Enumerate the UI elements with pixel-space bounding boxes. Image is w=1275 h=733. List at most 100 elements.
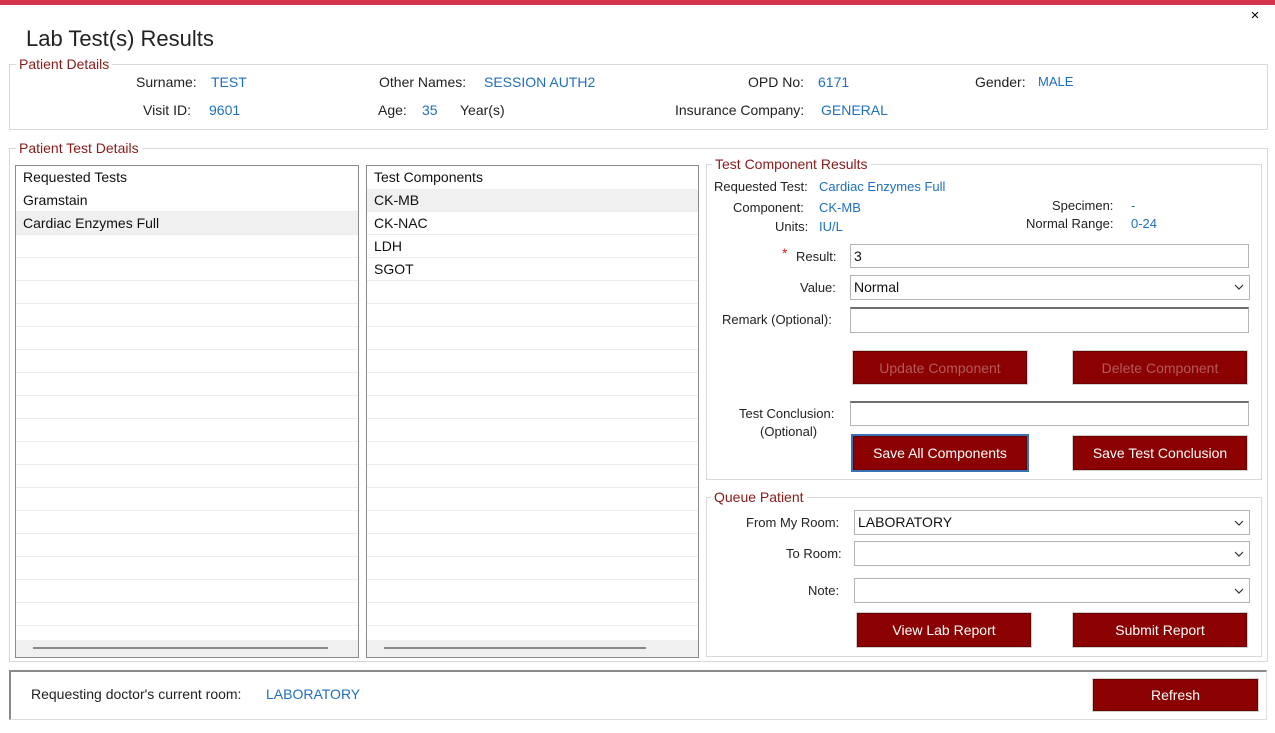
empty-row [367,327,698,350]
surname-value: TEST [211,74,247,90]
patient-details-group: Patient Details [9,56,1268,130]
empty-row [16,419,358,442]
empty-row [16,557,358,580]
value-select[interactable]: Normal [850,275,1250,300]
test-components-header: Test Components [374,169,483,185]
age-unit: Year(s) [460,102,505,118]
units-value: IU/L [819,219,843,234]
result-input[interactable]: 3 [850,244,1249,268]
component-label: Component: [733,200,804,215]
list-item[interactable]: LDH [367,235,698,258]
delete-component-button[interactable]: Delete Component [1073,351,1247,384]
test-details-legend: Patient Test Details [16,140,142,156]
empty-row [367,350,698,373]
empty-row [16,396,358,419]
list-item[interactable]: SGOT [367,258,698,281]
doctor-room-value: LABORATORY [266,686,361,702]
conclusion-optional-label: (Optional) [760,424,818,439]
empty-row [367,511,698,534]
gender-value: MALE [1038,74,1074,89]
chevron-down-icon [1234,284,1244,290]
value-select-text: Normal [854,279,900,295]
note-select[interactable] [854,578,1250,603]
list-item[interactable]: Cardiac Enzymes Full [16,212,358,235]
insurance-label: Insurance Company: [675,102,805,118]
empty-row [367,534,698,557]
doctor-room-label: Requesting doctor's current room: [31,686,242,702]
to-room-select[interactable] [854,541,1250,566]
empty-row [16,534,358,557]
submit-report-button[interactable]: Submit Report [1073,613,1247,647]
other-names-value: SESSION AUTH2 [484,74,596,90]
list-item[interactable]: CK-MB [367,189,698,212]
empty-row [16,465,358,488]
save-all-components-button[interactable]: Save All Components [853,436,1027,470]
required-asterisk: * [782,245,788,261]
horizontal-scrollbar[interactable] [16,640,358,657]
empty-row [16,327,358,350]
opd-value: 6171 [818,74,850,90]
empty-row [16,281,358,304]
value-label: Value: [800,280,836,295]
page-title: Lab Test(s) Results [26,26,214,51]
empty-row [367,396,698,419]
test-components-list[interactable]: Test Components CK-MB CK-NAC LDH SGOT [366,165,699,658]
requested-tests-header: Requested Tests [23,169,128,185]
surname-label: Surname: [136,74,197,90]
result-label: Result: [796,249,837,264]
normal-range-value: 0-24 [1131,216,1158,231]
requested-test-value: Cardiac Enzymes Full [819,179,946,194]
remark-input[interactable] [850,307,1249,333]
list-item[interactable]: Gramstain [16,189,358,212]
empty-row [367,304,698,327]
component-value: CK-MB [819,200,861,215]
from-room-label: From My Room: [746,515,840,530]
chevron-down-icon [1234,551,1244,557]
horizontal-scrollbar[interactable] [367,640,698,657]
opd-label: OPD No: [748,74,805,90]
specimen-label: Specimen: [1052,198,1114,213]
empty-row [16,258,358,281]
conclusion-input[interactable] [850,401,1249,426]
refresh-button[interactable]: Refresh [1093,679,1258,711]
empty-row [16,603,358,626]
normal-range-label: Normal Range: [1026,216,1114,231]
empty-row [367,281,698,304]
update-component-button[interactable]: Update Component [853,351,1027,384]
specimen-value: - [1131,198,1136,213]
scrollbar-thumb[interactable] [33,647,328,649]
from-room-select[interactable]: LABORATORY [854,510,1250,535]
empty-row [367,465,698,488]
insurance-value: GENERAL [821,102,888,118]
view-lab-report-button[interactable]: View Lab Report [857,613,1031,647]
empty-row [367,557,698,580]
visit-value: 9601 [209,102,241,118]
age-label: Age: [378,102,407,118]
list-item[interactable]: CK-NAC [367,212,698,235]
queue-patient-legend: Queue Patient [711,489,807,505]
from-room-text: LABORATORY [858,514,953,530]
save-test-conclusion-button[interactable]: Save Test Conclusion [1073,436,1247,470]
empty-row [16,350,358,373]
component-results-legend: Test Component Results [712,156,871,172]
scrollbar-thumb[interactable] [384,647,646,649]
empty-row [16,580,358,603]
age-value: 35 [422,102,438,118]
requested-test-label: Requested Test: [714,179,808,194]
patient-details-legend: Patient Details [16,56,113,72]
empty-row [367,488,698,511]
requested-tests-list[interactable]: Requested Tests Gramstain Cardiac Enzyme… [15,165,359,658]
empty-row [16,442,358,465]
empty-row [16,235,358,258]
remark-label: Remark (Optional): [722,312,832,327]
empty-row [16,373,358,396]
close-icon[interactable]: × [1247,8,1263,24]
empty-row [16,511,358,534]
empty-row [367,442,698,465]
empty-row [16,304,358,327]
empty-row [367,373,698,396]
empty-row [367,419,698,442]
empty-row [367,603,698,626]
to-room-label: To Room: [786,546,842,561]
gender-label: Gender: [975,74,1026,90]
